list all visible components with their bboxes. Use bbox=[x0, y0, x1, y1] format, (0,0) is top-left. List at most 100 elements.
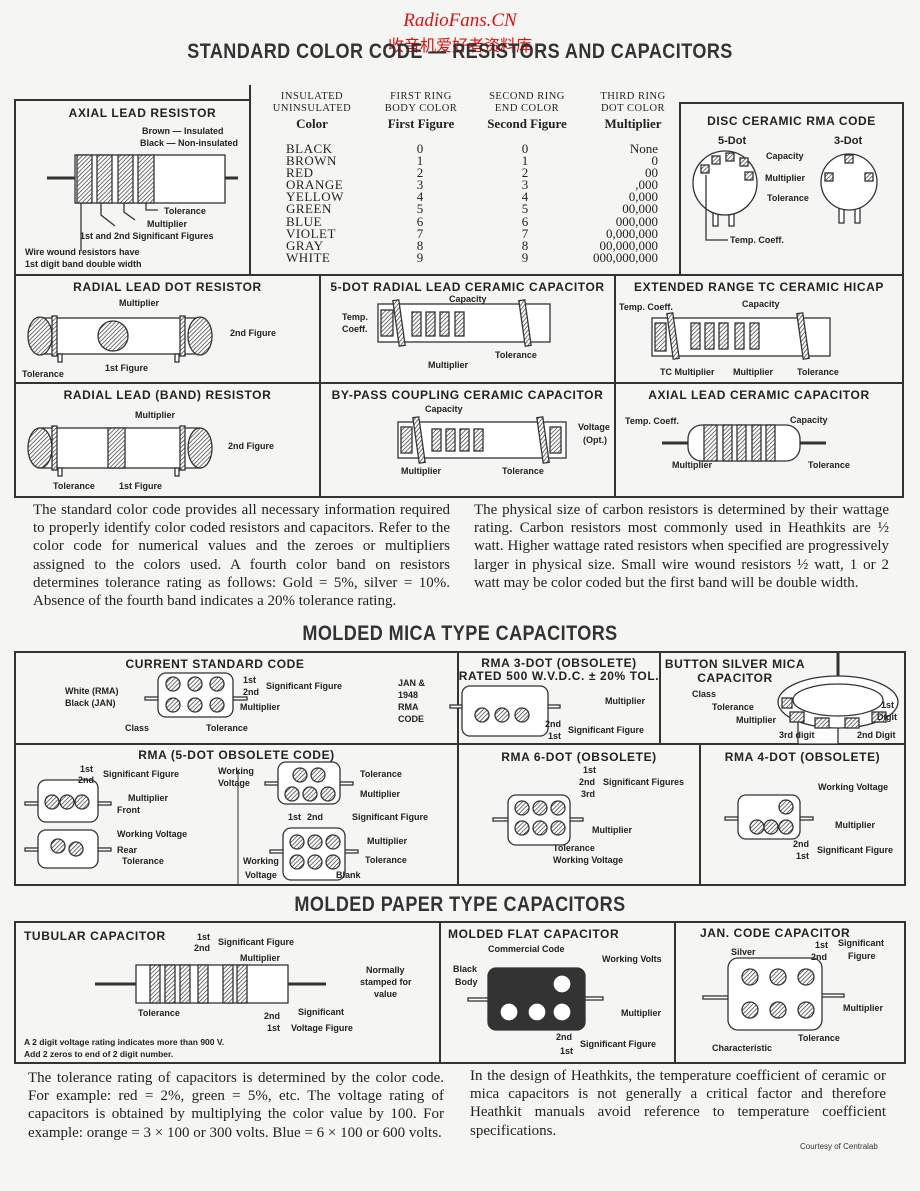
label: Class bbox=[692, 689, 717, 699]
label: 1st bbox=[815, 940, 829, 950]
label: Capacity bbox=[449, 294, 487, 304]
label: 1st and 2nd Significant Figures bbox=[80, 231, 214, 241]
label: Multiplier bbox=[605, 696, 645, 706]
label: Blank bbox=[336, 870, 361, 880]
label: 1st bbox=[548, 731, 562, 741]
label: 1st digit band double width bbox=[25, 259, 142, 269]
label: CODE bbox=[398, 714, 425, 724]
label: Significant Figure bbox=[352, 812, 429, 822]
label: 5-Dot bbox=[718, 135, 747, 147]
label: Working bbox=[218, 766, 254, 776]
label: 1st bbox=[796, 851, 810, 861]
label: Tolerance bbox=[360, 769, 402, 779]
label: Multiplier bbox=[621, 1008, 661, 1018]
label: 2nd bbox=[793, 839, 810, 849]
table-cell: None bbox=[629, 141, 658, 156]
label: Capacity bbox=[766, 151, 804, 161]
panel-title: CURRENT STANDARD CODE bbox=[125, 657, 305, 671]
panel-title: JAN. CODE CAPACITOR bbox=[700, 926, 851, 940]
label: Multiplier bbox=[401, 466, 441, 476]
label: Multiplier bbox=[240, 702, 280, 712]
table-cell: 9 bbox=[416, 249, 424, 265]
label: 2nd bbox=[264, 1011, 281, 1021]
mica-heading: MOLDED MICA TYPE CAPACITORS bbox=[302, 622, 618, 645]
label: 2nd bbox=[811, 952, 828, 962]
label: 1st bbox=[881, 700, 895, 710]
label: 2nd bbox=[78, 775, 95, 785]
label: Characteristic bbox=[712, 1043, 773, 1053]
label: Significant bbox=[838, 938, 885, 948]
label: Multiplier bbox=[119, 298, 159, 308]
label: Tolerance bbox=[495, 350, 537, 360]
label: TC Multiplier bbox=[660, 367, 715, 377]
axial-ceramic-capacitor-drawing bbox=[662, 424, 826, 462]
label: Tolerance bbox=[767, 193, 809, 203]
panel-title: RADIAL LEAD DOT RESISTOR bbox=[73, 280, 262, 294]
panel-title: EXTENDED RANGE TC CERAMIC HICAP bbox=[634, 280, 884, 294]
label: Black (JAN) bbox=[65, 698, 116, 708]
label: Tolerance bbox=[712, 702, 754, 712]
label: stamped for bbox=[360, 977, 412, 987]
bypass-capacitor-drawing bbox=[397, 416, 567, 464]
table-column-first-figure: 0123456789 bbox=[400, 142, 440, 265]
rma-6dot-drawing bbox=[492, 794, 584, 846]
table-header-multiplier: THIRD RING DOT COLOR Multiplier bbox=[600, 91, 666, 131]
label: Add 2 zeros to end of 2 digit number. bbox=[24, 1049, 174, 1059]
label: Front bbox=[117, 805, 140, 815]
label: 2nd Figure bbox=[230, 328, 277, 338]
label: Multiplier bbox=[765, 173, 805, 183]
label: Capacity bbox=[790, 415, 828, 425]
label: 1st bbox=[243, 675, 257, 685]
panel-title: DISC CERAMIC RMA CODE bbox=[707, 114, 876, 128]
label: 1st bbox=[197, 932, 211, 942]
jan-code-drawing bbox=[702, 957, 845, 1031]
label: 3rd digit bbox=[779, 730, 815, 740]
closing-paragraph-left: The tolerance rating of capacitors is de… bbox=[28, 1070, 444, 1141]
label: Significant Figure bbox=[218, 937, 295, 947]
label: 2nd bbox=[243, 687, 260, 697]
panel-title: RADIAL LEAD (BAND) RESISTOR bbox=[63, 388, 272, 402]
label: Tolerance bbox=[797, 367, 839, 377]
panel-title: MOLDED FLAT CAPACITOR bbox=[448, 927, 620, 941]
table-cell: 9 bbox=[521, 249, 529, 265]
label: Significant Figures bbox=[603, 777, 685, 787]
label: Tolerance bbox=[553, 843, 595, 853]
label: Coeff. bbox=[342, 324, 368, 334]
panel-title: BY-PASS COUPLING CERAMIC CAPACITOR bbox=[331, 388, 604, 402]
label: Commercial Code bbox=[488, 944, 565, 954]
watermark-site: RadioFans.CN bbox=[403, 10, 517, 31]
table-header-color: INSULATED UNINSULATED Color bbox=[272, 91, 352, 131]
table-cell: 000,000,000 bbox=[593, 249, 658, 265]
label: Working Voltage bbox=[117, 829, 188, 839]
label: (Opt.) bbox=[583, 435, 607, 445]
molded-flat-drawing bbox=[467, 967, 604, 1031]
label: Multiplier bbox=[592, 825, 632, 835]
label: Digit bbox=[877, 712, 897, 722]
label: Multiplier bbox=[843, 1003, 883, 1013]
intro-paragraph-left: The standard color code provides all nec… bbox=[33, 502, 450, 610]
label: Significant Figure bbox=[580, 1039, 657, 1049]
label: 2nd bbox=[545, 719, 562, 729]
panel-title: RMA 4-DOT (OBSOLETE) bbox=[724, 750, 881, 764]
label: Voltage bbox=[578, 422, 610, 432]
label: 1st bbox=[288, 812, 302, 822]
extended-range-capacitor-drawing bbox=[651, 312, 831, 360]
label: Tolerance bbox=[164, 206, 206, 216]
label: Voltage Figure bbox=[291, 1023, 353, 1033]
table-header-first: FIRST RING BODY COLOR First Figure bbox=[384, 91, 458, 131]
table-column-second-figure: 0123456789 bbox=[505, 142, 545, 265]
page-title: STANDARD COLOR CODE — RESISTORS AND CAPA… bbox=[187, 40, 733, 63]
panel-subtitle: RATED 500 W.V.D.C. ± 20% TOL. bbox=[458, 669, 660, 683]
label: 1st bbox=[267, 1023, 281, 1033]
label: Normally bbox=[366, 965, 405, 975]
label: 3rd bbox=[581, 789, 596, 799]
label: Significant bbox=[298, 1007, 345, 1017]
label: Significant Figure bbox=[266, 681, 343, 691]
label: Multiplier bbox=[733, 367, 773, 377]
label: Multiplier bbox=[367, 836, 407, 846]
label: 2nd bbox=[556, 1032, 573, 1042]
label: Wire wound resistors have bbox=[25, 247, 140, 257]
panel-title: TUBULAR CAPACITOR bbox=[24, 929, 166, 943]
closing-paragraph-right: In the design of Heathkits, the temperat… bbox=[470, 1068, 886, 1139]
panel-title: RMA (5-DOT OBSOLETE CODE) bbox=[138, 748, 335, 762]
